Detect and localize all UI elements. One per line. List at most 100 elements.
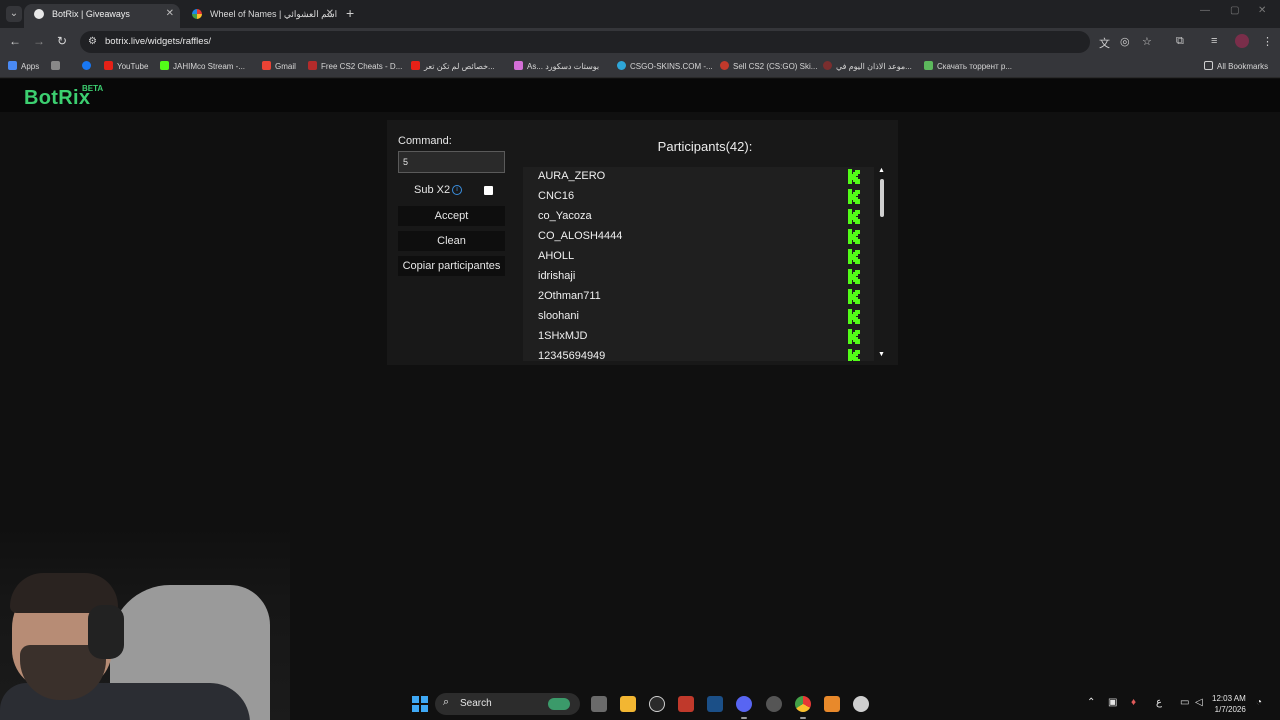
bookmark-torrent[interactable]: Скачать торрент р...: [924, 61, 1012, 71]
bookmark-youtube[interactable]: YouTube: [104, 61, 148, 71]
copy-participants-button[interactable]: Copiar participantes: [398, 256, 505, 276]
browser-toolbar: ← → ↻ ⚙ botrix.live/widgets/raffles/ 文 ◎…: [0, 28, 1280, 56]
participant-row[interactable]: 12345694949: [523, 347, 874, 361]
reading-list-icon[interactable]: ≡: [1211, 35, 1217, 47]
kick-icon: [848, 289, 860, 304]
aimp-icon[interactable]: [824, 696, 840, 712]
eye-off-icon[interactable]: ◎: [1120, 35, 1130, 48]
info-icon[interactable]: i: [452, 185, 462, 195]
kick-icon: [848, 309, 860, 324]
active-indicator: [800, 717, 806, 719]
tab-grid-icon[interactable]: [51, 61, 64, 71]
scroll-down-icon[interactable]: ▼: [878, 351, 885, 358]
bookmark-star-icon[interactable]: ☆: [1142, 35, 1152, 48]
network-icon[interactable]: ▭: [1180, 697, 1189, 708]
participants-scrollbar[interactable]: ▲ ▼: [877, 167, 887, 361]
participant-row[interactable]: 2Othman711: [523, 287, 874, 307]
active-indicator: [741, 717, 747, 719]
logitech-icon[interactable]: [649, 696, 665, 712]
menu-icon[interactable]: ⋮: [1262, 35, 1273, 48]
taskbar-search[interactable]: ⌕ Search: [435, 693, 580, 715]
bookmark-gmail[interactable]: Gmail: [262, 61, 296, 71]
bookmark-discord-posts[interactable]: As... بوستات دسكورد: [514, 61, 599, 71]
participant-row[interactable]: sloohani: [523, 307, 874, 327]
sell-icon: [720, 61, 729, 70]
discord-icon[interactable]: [736, 696, 752, 712]
maximize-icon[interactable]: ▢: [1230, 5, 1239, 16]
participants-list[interactable]: AURA_ZERO CNC16 co_Yacoza CO_ALOSH4444 AHOLL…: [523, 167, 874, 361]
close-tab-icon[interactable]: ✕: [326, 4, 334, 24]
participant-name: AHOLL: [538, 250, 575, 262]
command-input[interactable]: 5: [398, 151, 505, 173]
close-tab-icon[interactable]: ✕: [166, 4, 174, 24]
extensions-icon[interactable]: ⧉: [1176, 35, 1184, 48]
language-indicator[interactable]: ع: [1156, 697, 1162, 708]
accept-button[interactable]: Accept: [398, 206, 505, 226]
kick-icon: [848, 209, 860, 224]
address-bar[interactable]: ⚙ botrix.live/widgets/raffles/: [80, 31, 1090, 53]
botrix-logo[interactable]: BotRix: [24, 87, 90, 110]
bookmark-all[interactable]: All Bookmarks: [1204, 61, 1268, 71]
minimize-icon[interactable]: —: [1200, 5, 1210, 16]
notifications-icon[interactable]: ◔: [1256, 697, 1262, 708]
bookmark-cs2-cheats[interactable]: Free CS2 Cheats - D...: [308, 61, 402, 71]
settings-icon[interactable]: [853, 696, 869, 712]
participant-name: AURA_ZERO: [538, 170, 606, 182]
microphone-icon[interactable]: ♦: [1131, 697, 1136, 708]
volume-icon[interactable]: ◁: [1195, 697, 1203, 708]
participants-title: Participants(42):: [657, 139, 753, 154]
taskbar-clock[interactable]: 12:03 AM 1/7/2026: [1212, 693, 1246, 715]
sub-x2-label: Sub X2: [414, 184, 451, 196]
tab-botrix[interactable]: BotRix | Giveaways ✕: [24, 4, 180, 28]
tab-wheel-of-names[interactable]: Wheel of Names | اسم العشوائي ✕: [182, 4, 340, 28]
participant-row[interactable]: AURA_ZERO: [523, 167, 874, 187]
windows-start-icon[interactable]: [412, 696, 428, 712]
search-label: Search: [460, 698, 492, 709]
bookmark-arabic-1[interactable]: خصائص لم تكن تعر...: [411, 61, 495, 71]
chrome-icon[interactable]: [795, 696, 811, 712]
translate-icon[interactable]: 文: [1099, 35, 1110, 51]
back-icon[interactable]: ←: [9, 34, 21, 48]
task-view-icon[interactable]: [591, 696, 607, 712]
obs-icon[interactable]: [766, 696, 782, 712]
bookmark-jahimco[interactable]: JAHIMco Stream -...: [160, 61, 245, 71]
clock-date: 1/7/2026: [1214, 705, 1246, 714]
new-tab-icon[interactable]: +: [346, 5, 354, 21]
bookmark-prayer-times[interactable]: موعد الاذان اليوم في...: [823, 61, 912, 71]
scroll-up-icon[interactable]: ▲: [878, 167, 885, 174]
close-window-icon[interactable]: ✕: [1258, 5, 1266, 16]
sub-x2-checkbox[interactable]: [484, 186, 493, 195]
bookmark-sell-cs2[interactable]: Sell CS2 (CS:GO) Ski...: [720, 61, 817, 71]
bookmark-csgo-skins[interactable]: CSGO-SKINS.COM -...: [617, 61, 713, 71]
command-label: Command:: [398, 135, 452, 147]
kick-icon: [848, 349, 860, 361]
participant-row[interactable]: co_Yacoza: [523, 207, 874, 227]
kick-icon: [848, 169, 860, 184]
cheats-icon: [308, 61, 317, 70]
bookmark-apps[interactable]: Apps: [8, 61, 39, 71]
clean-button[interactable]: Clean: [398, 231, 505, 251]
kick-icon: [160, 61, 169, 70]
participant-row[interactable]: AHOLL: [523, 247, 874, 267]
participant-row[interactable]: idrishaji: [523, 267, 874, 287]
participant-row[interactable]: 1SHxMJD: [523, 327, 874, 347]
participant-row[interactable]: CO_ALOSH4444: [523, 227, 874, 247]
participant-name: idrishaji: [538, 270, 576, 282]
site-info-icon[interactable]: ⚙: [88, 36, 97, 47]
tab-search-icon[interactable]: ⌄: [6, 6, 22, 22]
forward-icon[interactable]: →: [33, 34, 45, 48]
botrix-favicon-icon: [34, 9, 44, 19]
app-a-icon[interactable]: [678, 696, 694, 712]
url-text[interactable]: botrix.live/widgets/raffles/: [105, 36, 211, 47]
steam-icon[interactable]: [707, 696, 723, 712]
profile-avatar[interactable]: [1235, 34, 1249, 48]
reload-icon[interactable]: ↻: [57, 34, 67, 48]
tray-app-icon[interactable]: ▣: [1108, 697, 1117, 708]
participant-row[interactable]: CNC16: [523, 187, 874, 207]
bookmarks-bar: Apps YouTube JAHIMco Stream -... Gmail F…: [0, 56, 1280, 78]
facebook-icon[interactable]: [82, 61, 95, 71]
scrollbar-thumb[interactable]: [880, 179, 884, 217]
participant-name: CO_ALOSH4444: [538, 230, 623, 242]
tray-chevron-icon[interactable]: ⌃: [1087, 697, 1095, 708]
file-explorer-icon[interactable]: [620, 696, 636, 712]
